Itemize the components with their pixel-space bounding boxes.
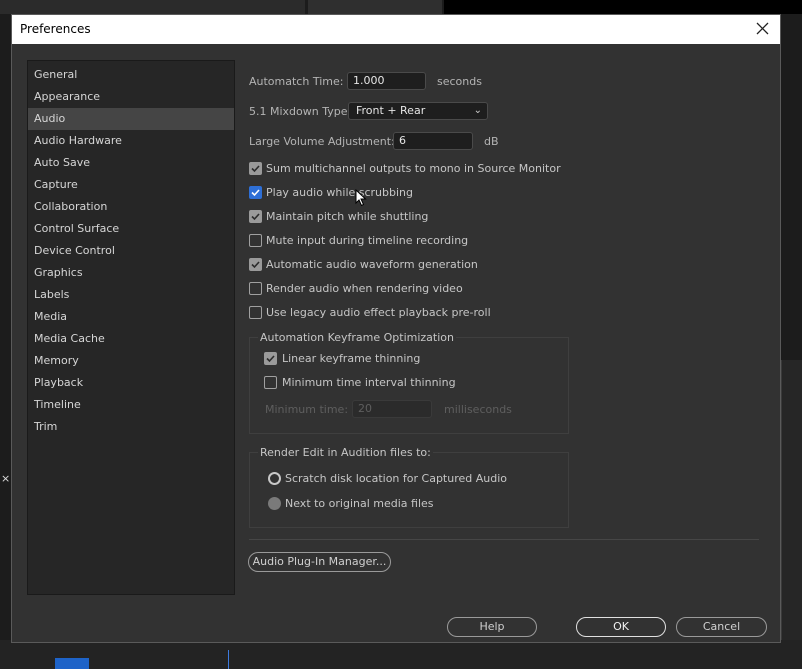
sum-multichannel-label: Sum multichannel outputs to mono in Sour… <box>266 162 561 175</box>
mixdown-type-select[interactable]: Front + Rear ⌄ <box>348 102 488 120</box>
mixdown-type-value: Front + Rear <box>356 104 426 117</box>
sidebar-item-graphics[interactable]: Graphics <box>28 262 234 284</box>
background-panel <box>308 0 442 14</box>
section-divider <box>249 539 759 540</box>
preferences-dialog: Preferences General Appearance Audio Aud… <box>11 14 781 643</box>
maintain-pitch-checkbox[interactable] <box>249 210 262 223</box>
sidebar-item-auto-save[interactable]: Auto Save <box>28 152 234 174</box>
linear-keyframe-checkbox[interactable] <box>264 352 277 365</box>
next-to-media-radio[interactable] <box>268 497 281 510</box>
close-icon[interactable]: × <box>1 472 10 485</box>
sidebar-item-appearance[interactable]: Appearance <box>28 86 234 108</box>
sidebar-item-media[interactable]: Media <box>28 306 234 328</box>
sidebar-item-device-control[interactable]: Device Control <box>28 240 234 262</box>
next-to-media-label: Next to original media files <box>285 497 434 510</box>
sidebar-item-audio-hardware[interactable]: Audio Hardware <box>28 130 234 152</box>
close-icon[interactable] <box>752 18 774 40</box>
large-volume-unit: dB <box>484 135 499 148</box>
sidebar-item-general[interactable]: General <box>28 64 234 86</box>
help-button[interactable]: Help <box>447 617 537 637</box>
linear-keyframe-label: Linear keyframe thinning <box>282 352 421 365</box>
large-volume-input[interactable]: 6 <box>393 132 473 150</box>
audio-plugin-manager-button[interactable]: Audio Plug-In Manager... <box>248 552 391 572</box>
sidebar-item-media-cache[interactable]: Media Cache <box>28 328 234 350</box>
background-track-clip <box>55 658 89 669</box>
legacy-preroll-label: Use legacy audio effect playback pre-rol… <box>266 306 491 319</box>
min-interval-checkbox[interactable] <box>264 376 277 389</box>
render-edit-group <box>249 452 569 528</box>
sidebar-item-audio[interactable]: Audio <box>28 108 234 130</box>
sum-multichannel-checkbox[interactable] <box>249 162 262 175</box>
preferences-sidebar: General Appearance Audio Audio Hardware … <box>27 60 235 595</box>
play-audio-scrubbing-label: Play audio while scrubbing <box>266 186 414 199</box>
min-interval-label: Minimum time interval thinning <box>282 376 456 389</box>
mixdown-type-label: 5.1 Mixdown Type: <box>249 105 352 118</box>
scratch-disk-label: Scratch disk location for Captured Audio <box>285 472 508 485</box>
playhead-line <box>228 650 229 669</box>
mouse-cursor-icon <box>355 188 367 210</box>
background-panel <box>0 0 305 14</box>
waveform-generation-label: Automatic audio waveform generation <box>266 258 478 271</box>
cancel-button[interactable]: Cancel <box>676 617 767 637</box>
ok-button[interactable]: OK <box>576 617 666 637</box>
automatch-unit: seconds <box>437 75 482 88</box>
dialog-title: Preferences <box>20 22 91 36</box>
sidebar-item-collaboration[interactable]: Collaboration <box>28 196 234 218</box>
legacy-preroll-checkbox[interactable] <box>249 306 262 319</box>
min-time-input[interactable]: 20 <box>352 400 432 418</box>
automatch-time-input[interactable]: 1.000 <box>347 72 426 90</box>
sidebar-item-trim[interactable]: Trim <box>28 416 234 438</box>
render-audio-label: Render audio when rendering video <box>266 282 463 295</box>
background-panel <box>781 360 802 669</box>
title-bar: Preferences <box>12 15 780 44</box>
large-volume-label: Large Volume Adjustment: <box>249 135 395 148</box>
sidebar-item-labels[interactable]: Labels <box>28 284 234 306</box>
render-audio-checkbox[interactable] <box>249 282 262 295</box>
play-audio-scrubbing-checkbox[interactable] <box>249 186 262 199</box>
render-edit-group-title: Render Edit in Audition files to: <box>258 446 433 459</box>
sidebar-item-control-surface[interactable]: Control Surface <box>28 218 234 240</box>
maintain-pitch-label: Maintain pitch while shuttling <box>266 210 429 223</box>
sidebar-item-capture[interactable]: Capture <box>28 174 234 196</box>
mute-input-label: Mute input during timeline recording <box>266 234 469 247</box>
sidebar-item-timeline[interactable]: Timeline <box>28 394 234 416</box>
sidebar-item-memory[interactable]: Memory <box>28 350 234 372</box>
background-monitor <box>444 0 802 14</box>
chevron-down-icon: ⌄ <box>473 105 482 116</box>
mute-input-checkbox[interactable] <box>249 234 262 247</box>
min-time-label: Minimum time: <box>265 403 349 416</box>
scratch-disk-radio[interactable] <box>268 472 281 485</box>
keyframe-group-title: Automation Keyframe Optimization <box>258 331 456 344</box>
automatch-time-label: Automatch Time: <box>249 75 344 88</box>
sidebar-item-playback[interactable]: Playback <box>28 372 234 394</box>
waveform-generation-checkbox[interactable] <box>249 258 262 271</box>
min-time-unit: milliseconds <box>444 403 512 416</box>
background-timeline <box>0 640 802 669</box>
